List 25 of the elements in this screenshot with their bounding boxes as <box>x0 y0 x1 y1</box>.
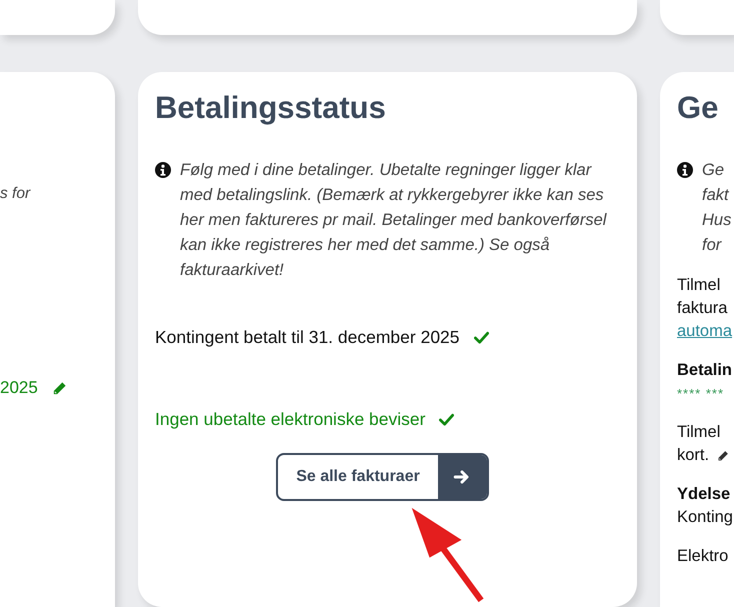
masked-number: **** *** <box>677 385 724 403</box>
info-text: for <box>702 235 723 256</box>
card-title: Ge <box>677 89 720 127</box>
info-icon <box>677 162 693 178</box>
status-text: 2025 <box>0 377 38 399</box>
body-text: Tilmel <box>677 275 720 296</box>
body-text: faktura <box>677 298 728 319</box>
section-heading: Betalin <box>677 360 732 381</box>
invoice-status: Ingen ubetalte elektroniske beviser <box>155 408 426 431</box>
info-text: fakt <box>702 185 730 206</box>
info-text: Ge <box>702 160 726 181</box>
section-heading: Ydelse <box>677 484 730 505</box>
card-title: Betalingsstatus <box>155 89 387 127</box>
text-link[interactable]: automa <box>677 320 732 343</box>
arrow-right-icon <box>453 468 472 486</box>
body-text: Konting <box>677 507 733 528</box>
body-text: kort. <box>677 445 710 466</box>
invoices-button[interactable]: Se alle fakturaer <box>276 453 489 501</box>
membership-status: Kontingent betalt til 31. december 2025 <box>155 326 460 349</box>
info-text: s for <box>0 184 32 204</box>
body-text: Elektro <box>677 546 728 567</box>
info-icon <box>155 162 171 178</box>
info-text: Hus <box>702 210 732 231</box>
info-text: Følg med i dine betalinger. Ubetalte regninger ligger klar med betalingslink. (Bemærk at rykkergebyrer ikke kan ses her men faktureres pr mail. Betalinger med bankoverførsel kan ikke registreres her med det samme.) Se også fakturaarkivet! <box>180 160 608 281</box>
body-text: Tilmel <box>677 422 720 443</box>
